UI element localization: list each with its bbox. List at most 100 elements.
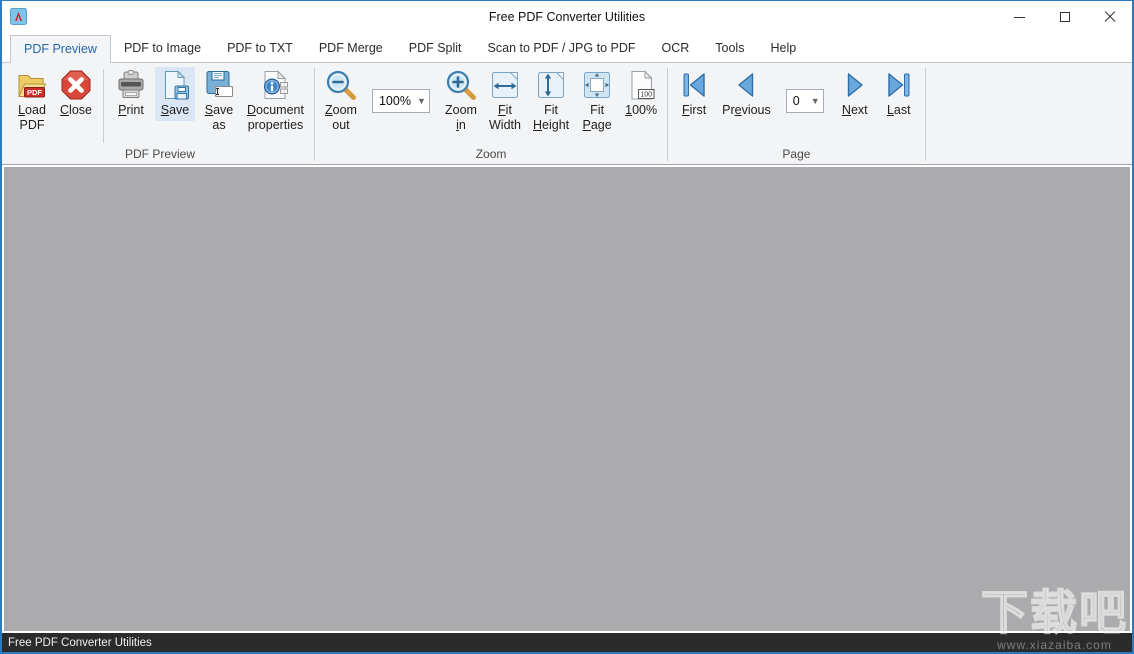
zoom-level-combo-value: 100% — [378, 94, 411, 108]
button-label-line: properties — [247, 118, 304, 132]
button-label-line: Fit — [544, 103, 558, 117]
nav-last-icon — [883, 69, 915, 101]
nav-previous-icon — [730, 69, 762, 101]
status-text: Free PDF Converter Utilities — [8, 637, 152, 649]
content-frame — [2, 165, 1132, 633]
zoom-in-button[interactable]: Zoom in — [441, 67, 481, 136]
tab-strip-divider — [2, 62, 1132, 63]
button-label-line: First — [681, 103, 707, 117]
ribbon-group-items: Zoom out 100% ▼ Zoom in Fit Width Fit Height F… — [315, 66, 667, 147]
svg-text:100: 100 — [640, 92, 652, 99]
tab-tools[interactable]: Tools — [702, 34, 757, 63]
chevron-down-icon[interactable]: ▼ — [414, 96, 429, 106]
fit-page-icon — [581, 69, 613, 101]
window-controls — [997, 1, 1132, 33]
save-as-button[interactable]: Save as — [199, 67, 239, 136]
fit-width-button[interactable]: Fit Width — [485, 67, 525, 136]
button-label-line: Close — [60, 103, 92, 117]
next-page-button[interactable]: Next — [835, 67, 875, 121]
page-100-icon: 100 — [625, 69, 657, 101]
close-octagon-icon — [60, 69, 92, 101]
pdf-preview-pane — [4, 167, 1130, 631]
minimize-button[interactable] — [997, 1, 1042, 33]
ribbon-group-items: First Previous 0 ▼ Next Last — [668, 66, 925, 147]
ribbon-group-label: Page — [782, 147, 811, 161]
ribbon-group-page: First Previous 0 ▼ Next Last Page — [668, 66, 925, 164]
button-label-line: in — [456, 118, 466, 132]
button-label-line: Document — [247, 103, 304, 117]
ribbon-group-pdf-preview: PDF Load PDF Close Print Save Save as Docu… — [6, 66, 314, 164]
toolbar-separator — [103, 69, 104, 143]
tab-scan-to-pdf-jpg-to-pdf[interactable]: Scan to PDF / JPG to PDF — [475, 34, 649, 63]
doc-info-icon — [259, 69, 291, 101]
magnifier-minus-icon — [325, 69, 357, 101]
zoom-level-combo[interactable]: 100% ▼ — [371, 89, 430, 113]
ribbon-group-items: PDF Load PDF Close Print Save Save as Docu… — [6, 66, 314, 147]
save-doc-icon — [159, 69, 191, 101]
save-as-icon — [203, 69, 235, 101]
ribbon-group-zoom: Zoom out 100% ▼ Zoom in Fit Width Fit Height F… — [315, 66, 667, 164]
button-label-line: PDF — [19, 118, 45, 132]
button-label-line: Height — [532, 118, 570, 132]
button-label-line: Page — [582, 118, 612, 132]
magnifier-plus-icon — [445, 69, 477, 101]
tab-ocr[interactable]: OCR — [649, 34, 703, 63]
save-button[interactable]: Save — [155, 67, 195, 121]
button-label-line: Zoom — [445, 103, 477, 117]
button-label-line: Load — [18, 103, 46, 117]
maximize-icon — [1059, 12, 1070, 22]
load-pdf-button[interactable]: PDF Load PDF — [12, 67, 52, 136]
previous-page-button[interactable]: Previous — [718, 67, 775, 121]
print-button[interactable]: Print — [111, 67, 151, 121]
fit-height-button[interactable]: Fit Height — [529, 67, 573, 136]
window-title: Free PDF Converter Utilities — [488, 10, 646, 24]
document-properties-button[interactable]: Document properties — [243, 67, 308, 136]
zoom-out-button[interactable]: Zoom out — [321, 67, 361, 136]
button-label-line: Width — [489, 118, 521, 132]
first-page-button[interactable]: First — [674, 67, 714, 121]
button-label-line: 100% — [625, 103, 658, 117]
nav-next-icon — [839, 69, 871, 101]
svg-text:PDF: PDF — [27, 88, 42, 97]
fit-width-icon — [489, 69, 521, 101]
ribbon-group-separator — [924, 68, 926, 161]
chevron-down-icon[interactable]: ▼ — [808, 96, 823, 106]
tab-pdf-merge[interactable]: PDF Merge — [306, 34, 396, 63]
button-label-line: Fit — [498, 103, 512, 117]
zoom-100-button[interactable]: 100 100% — [621, 67, 661, 121]
fit-height-icon — [535, 69, 567, 101]
ribbon-group-label: PDF Preview — [124, 147, 195, 161]
ribbon-toolbar: PDF Load PDF Close Print Save Save as Docu… — [2, 63, 1132, 165]
close-window-button[interactable] — [1087, 1, 1132, 33]
last-page-button[interactable]: Last — [879, 67, 919, 121]
maximize-button[interactable] — [1042, 1, 1087, 33]
close-button[interactable]: Close — [56, 67, 96, 121]
tab-help[interactable]: Help — [757, 34, 809, 63]
ribbon-tab-bar: PDF Preview PDF to Image PDF to TXT PDF Mer… — [2, 33, 1132, 63]
button-label-line: Save — [204, 103, 234, 117]
page-number-combo[interactable]: 0 ▼ — [785, 89, 824, 113]
tab-pdf-to-txt[interactable]: PDF to TXT — [214, 34, 306, 63]
button-label-line: Print — [118, 103, 144, 117]
button-label-line: out — [332, 118, 350, 132]
button-label-line: Fit — [590, 103, 605, 117]
button-label-line: Last — [886, 103, 911, 117]
minimize-icon — [1014, 17, 1025, 18]
title-bar: Free PDF Converter Utilities — [2, 1, 1132, 33]
button-label-line: as — [212, 118, 226, 132]
close-icon — [1104, 11, 1116, 23]
tab-pdf-split[interactable]: PDF Split — [396, 34, 475, 63]
nav-first-icon — [678, 69, 710, 101]
button-label-line: Next — [841, 103, 868, 117]
button-label-line: Previous — [722, 103, 771, 117]
page-number-combo-value: 0 — [792, 94, 800, 108]
button-label-line: Zoom — [325, 103, 357, 117]
fit-page-button[interactable]: Fit Page — [577, 67, 617, 136]
printer-icon — [115, 69, 147, 101]
ribbon-group-label: Zoom — [475, 147, 507, 161]
tab-pdf-preview[interactable]: PDF Preview — [10, 35, 111, 63]
button-label-line: Save — [160, 103, 190, 117]
tab-pdf-to-image[interactable]: PDF to Image — [111, 34, 214, 63]
app-window: Free PDF Converter Utilities PDF Preview… — [0, 0, 1134, 654]
folder-pdf-icon: PDF — [16, 69, 48, 101]
